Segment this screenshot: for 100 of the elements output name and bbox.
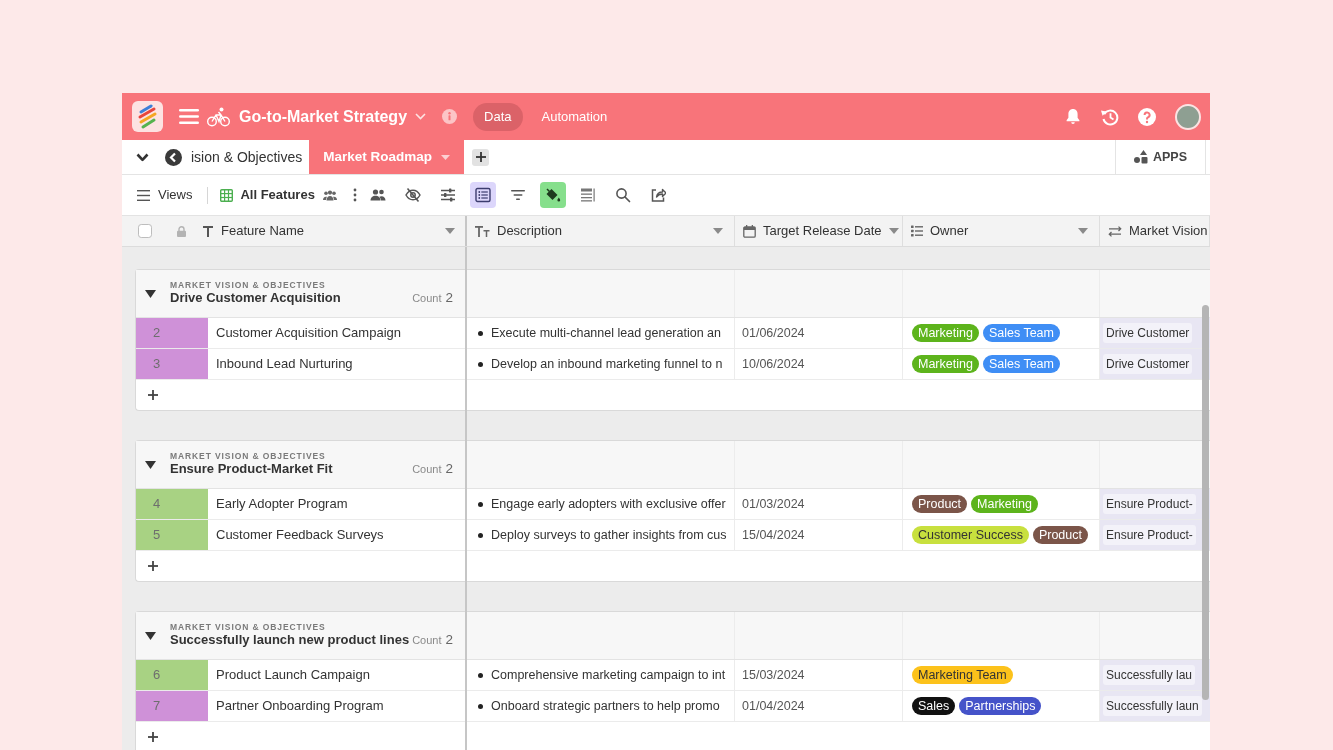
column-header[interactable]: Feature Name: [221, 221, 305, 241]
caret-down-icon[interactable]: [888, 228, 899, 234]
shapes-icon: [1133, 150, 1148, 164]
back-icon[interactable]: [165, 148, 182, 166]
text-size-icon: [475, 225, 490, 237]
chevron-down-icon[interactable]: [136, 152, 149, 162]
caret-down-icon[interactable]: [1078, 228, 1088, 234]
collapse-triangle-icon[interactable]: [145, 289, 156, 298]
grid-icon: [220, 188, 234, 202]
description-cell[interactable]: Develop an inbound marketing funnel to n: [491, 354, 723, 374]
feature-name-cell[interactable]: Inbound Lead Nurturing: [208, 354, 353, 374]
release-date-cell[interactable]: 15/04/2024: [735, 525, 805, 545]
more-icon[interactable]: [352, 188, 357, 202]
feature-name-cell[interactable]: Customer Feedback Surveys: [208, 525, 384, 545]
history-icon[interactable]: [1100, 107, 1119, 126]
nav-tab[interactable]: Data: [473, 102, 523, 131]
add-row-button[interactable]: [148, 732, 158, 742]
row-number: 2: [136, 318, 208, 348]
linked-record-chip[interactable]: Successfully laun: [1103, 696, 1202, 716]
bullet-icon: [478, 672, 483, 678]
plus-icon: [148, 390, 158, 400]
caret-down-icon[interactable]: [445, 228, 455, 234]
count-label: Count: [412, 462, 442, 478]
people-group-icon[interactable]: [322, 189, 337, 201]
group-field-label: MARKET VISION & OBJECTIVES: [170, 450, 327, 462]
scrollbar[interactable]: [1202, 305, 1209, 700]
feature-name-cell[interactable]: Early Adopter Program: [208, 494, 348, 514]
group-field-label: MARKET VISION & OBJECTIVES: [170, 621, 327, 633]
list-icon: [137, 189, 150, 201]
filter-icon: [509, 187, 526, 203]
sliders-icon: [439, 187, 456, 203]
add-row-button[interactable]: [148, 390, 158, 400]
bicycle-icon: [207, 106, 230, 127]
search-icon: [614, 187, 631, 203]
owner-tag[interactable]: Product: [1032, 526, 1088, 544]
column-header[interactable]: Description: [497, 221, 563, 241]
release-date-cell[interactable]: 15/03/2024: [735, 665, 805, 685]
description-cell[interactable]: Engage early adopters with exclusive offer: [491, 494, 726, 514]
plus-icon: [148, 732, 158, 742]
bullet-list-icon: [911, 225, 923, 237]
add-row-button[interactable]: [148, 561, 158, 571]
group-title: Ensure Product-Market Fit: [170, 461, 333, 479]
share-icon: [649, 187, 666, 203]
help-icon[interactable]: [1138, 107, 1156, 126]
bullet-icon: [478, 703, 483, 709]
linked-record-chip[interactable]: Drive Customer: [1103, 323, 1193, 343]
group-field-label: MARKET VISION & OBJECTIVES: [170, 279, 327, 291]
group-title: Drive Customer Acquisition: [170, 290, 341, 308]
owner-tag[interactable]: Customer Success: [912, 526, 1029, 544]
bell-icon[interactable]: [1065, 108, 1081, 125]
release-date-cell[interactable]: 10/06/2024: [735, 354, 805, 374]
bullet-icon: [478, 532, 483, 538]
row-number: 7: [136, 691, 208, 721]
row-number: 5: [136, 520, 208, 550]
row-number: 6: [136, 660, 208, 690]
add-tab-button[interactable]: [472, 148, 490, 166]
owner-tag[interactable]: Partnerships: [959, 697, 1042, 715]
feature-name-cell[interactable]: Partner Onboarding Program: [208, 696, 384, 716]
caret-down-icon[interactable]: [713, 228, 723, 234]
logo-icon[interactable]: [132, 101, 163, 132]
lock-icon: [177, 225, 186, 237]
feature-name-cell[interactable]: Customer Acquisition Campaign: [208, 323, 401, 343]
owner-tag[interactable]: Sales: [912, 697, 956, 715]
linked-record-chip[interactable]: Ensure Product-: [1103, 525, 1196, 545]
list-icon: [474, 187, 491, 203]
count-label: Count: [412, 291, 442, 307]
swap-arrows-icon: [1108, 225, 1122, 237]
release-date-cell[interactable]: 01/04/2024: [735, 696, 805, 716]
owner-tag[interactable]: Product: [912, 495, 968, 513]
owner-tag[interactable]: Marketing Team: [912, 666, 1013, 684]
view-selector[interactable]: All Features: [220, 185, 315, 205]
row-number: 4: [136, 489, 208, 519]
description-cell[interactable]: Execute multi-channel lead generation an: [491, 323, 721, 343]
calendar-icon: [743, 224, 756, 238]
description-cell[interactable]: Comprehensive marketing campaign to int: [491, 665, 726, 685]
description-cell[interactable]: Deploy surveys to gather insights from cus: [491, 525, 727, 545]
count-label: Count: [412, 633, 442, 649]
count-value: 2: [445, 460, 453, 479]
table-tab[interactable]: ision & Objectives: [182, 140, 310, 174]
column-header[interactable]: Market Vision: [1129, 221, 1208, 241]
linked-record-chip[interactable]: Successfully lau: [1103, 665, 1196, 685]
linked-record-chip[interactable]: Ensure Product-: [1103, 494, 1196, 514]
feature-name-cell[interactable]: Product Launch Campaign: [208, 665, 370, 685]
column-header[interactable]: Target Release Date: [763, 221, 882, 241]
linked-record-chip[interactable]: Drive Customer: [1103, 354, 1193, 374]
color-button[interactable]: [539, 182, 566, 208]
plus-icon: [148, 561, 158, 571]
column-header[interactable]: Owner: [930, 221, 969, 241]
release-date-cell[interactable]: 01/03/2024: [735, 494, 805, 514]
collapse-triangle-icon[interactable]: [145, 460, 156, 469]
collapse-triangle-icon[interactable]: [145, 631, 156, 640]
table-rows-icon: [579, 187, 596, 203]
menu-icon[interactable]: [179, 108, 199, 125]
list-layout-button[interactable]: [469, 182, 496, 208]
description-cell[interactable]: Onboard strategic partners to help promo: [491, 696, 720, 716]
views-button[interactable]: Views: [137, 185, 193, 205]
people-icon: [369, 187, 386, 203]
apps-button[interactable]: APPS: [1114, 140, 1206, 174]
release-date-cell[interactable]: 01/06/2024: [735, 323, 805, 343]
select-all-checkbox[interactable]: [138, 224, 152, 238]
